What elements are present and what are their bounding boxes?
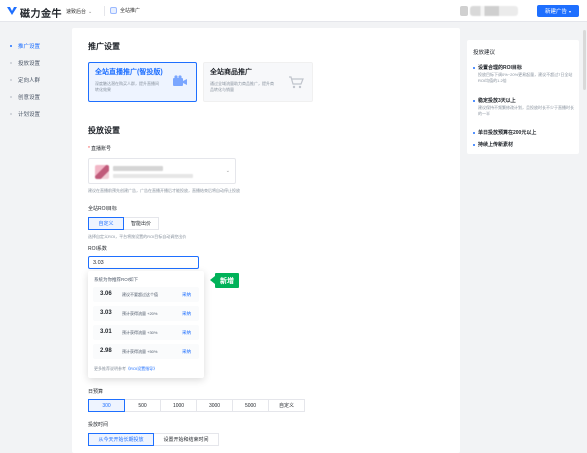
roi-coef-label: ROI系数 (88, 246, 107, 252)
budget-option[interactable]: 300 (88, 399, 125, 412)
roi-guide-link[interactable]: 《ROI设置指导》 (126, 366, 157, 371)
page-scrollbar[interactable] (583, 30, 586, 90)
sidebar-item-creative[interactable]: 创意设置 (10, 93, 40, 101)
bullet-icon (473, 143, 475, 146)
bullet-icon (10, 45, 12, 47)
time-option-long-term[interactable]: 从今天开始长期投放 (88, 433, 154, 446)
header-divider (104, 6, 105, 16)
dropdown-header: 系统为你推荐ROI如下 (94, 277, 138, 282)
roi-coef-input[interactable]: 3.03 (88, 256, 199, 269)
live-account-select[interactable]: ⌄ (88, 158, 236, 184)
bullet-icon (10, 62, 12, 64)
promo-card-live[interactable]: 全站直播推广(智投版) 深度触达潜在购买人群，提升直播间转化效果 (88, 62, 197, 102)
budget-options: 300 500 1000 3000 5000 自定义 (88, 399, 305, 412)
roi-suggestion-row[interactable]: 3.03 预计获得流量 +20% 采纳 (93, 306, 199, 321)
bullet-icon (473, 66, 475, 69)
bullet-icon (473, 131, 475, 134)
brand-logo-icon (7, 7, 17, 15)
budget-option-custom[interactable]: 自定义 (268, 399, 305, 412)
bullet-icon (10, 79, 12, 81)
account-hint: 建议在直播前预先创建广告，广告在直播开播后才能投放，直播结束后将自动停止投放 (88, 188, 240, 193)
delivery-time-label: 投放时间 (88, 422, 109, 428)
roi-target-label: 全站ROI目标 (88, 206, 117, 212)
user-avatar[interactable] (460, 6, 468, 16)
sidebar-item-promo-settings[interactable]: 推广设置 (10, 42, 40, 50)
main-panel: 推广设置 全站直播推广(智投版) 深度触达潜在购买人群，提升直播间转化效果 全站… (72, 28, 460, 453)
adopt-link[interactable]: 采纳 (182, 311, 191, 317)
account-avatar (95, 165, 109, 179)
camera-icon (173, 75, 187, 86)
brand-name: 磁力金牛 (20, 9, 62, 20)
bullet-icon (10, 96, 12, 98)
new-feature-badge: 新增 (210, 273, 239, 288)
budget-option[interactable]: 500 (124, 399, 161, 412)
tip-item: 稳定投放3天以上 建议保持不频繁修改计划，且投放时长不少于直播时长的一半 (473, 97, 575, 117)
sidebar-nav: 推广设置 投放设置 定向人群 创意设置 计划设置 (0, 22, 70, 453)
shopping-cart-icon (289, 76, 304, 89)
tip-item: 持续上传新素材 (473, 141, 575, 148)
roi-option-custom[interactable]: 自定义 (88, 217, 124, 230)
roi-suggestion-row[interactable]: 3.01 预计获得流量 +30% 采纳 (93, 325, 199, 340)
budget-option[interactable]: 5000 (232, 399, 269, 412)
promo-card-desc: 深度触达潜在购买人群，提升直播间转化效果 (95, 81, 159, 92)
chevron-down-icon: ⌄ (225, 168, 230, 174)
budget-option[interactable]: 1000 (160, 399, 197, 412)
tip-item: 单日投放预算在200元以上 (473, 129, 575, 136)
account-name-redacted (113, 166, 163, 171)
adopt-link[interactable]: 采纳 (182, 330, 191, 336)
roi-hint: 选择自定义ROI，平台将按设置的ROI目标自动调控出价 (88, 234, 187, 239)
sidebar-item-plan[interactable]: 计划设置 (10, 110, 40, 118)
adopt-link[interactable]: 采纳 (182, 349, 191, 355)
account-id-redacted (113, 174, 193, 178)
promo-type-icon (110, 7, 117, 14)
account-switcher[interactable]: 速致后台 ⌄ (66, 8, 92, 15)
promo-section-title: 推广设置 (88, 42, 120, 51)
time-option-custom-range[interactable]: 设置开始和结束时间 (153, 433, 219, 446)
new-ad-button[interactable]: 新建广告 ▾ (537, 5, 579, 17)
tip-item: 设置合理的ROI目标 投放目标下调0%~20%更易起量，建议不超过7日全站ROI… (473, 64, 575, 84)
delivery-time-options: 从今天开始长期投放 设置开始和结束时间 (88, 433, 219, 446)
adopt-link[interactable]: 采纳 (182, 292, 191, 298)
budget-label: 日预算 (88, 389, 104, 395)
tips-title: 投放建议 (473, 50, 496, 56)
roi-suggestion-row[interactable]: 2.98 预计获得流量 +50% 采纳 (93, 344, 199, 359)
delivery-section-title: 投放设置 (88, 126, 120, 135)
roi-target-toggle: 自定义 智能出价 (88, 217, 159, 230)
bullet-icon (10, 113, 12, 115)
promo-card-product[interactable]: 全站商品推广 通过全域流量助力商品推广，提升商品转化与销量 (203, 62, 313, 102)
account-label: *直播账号 (88, 146, 111, 152)
roi-option-smart[interactable]: 智能出价 (123, 217, 159, 230)
promo-card-desc: 通过全域流量助力商品推广，提升商品转化与销量 (210, 81, 274, 92)
dropdown-footer: 更多推荐说明参考《ROI设置指导》 (94, 366, 158, 371)
chevron-down-icon: ⌄ (88, 9, 93, 15)
user-name-redacted[interactable] (470, 6, 518, 16)
delivery-tips-panel: 投放建议 设置合理的ROI目标 投放目标下调0%~20%更易起量，建议不超过7日… (467, 40, 579, 154)
chevron-down-icon: ▾ (569, 8, 572, 14)
sidebar-item-delivery-settings[interactable]: 投放设置 (10, 59, 40, 67)
budget-option[interactable]: 3000 (196, 399, 233, 412)
bullet-icon (473, 99, 475, 102)
roi-suggestion-dropdown: 系统为你推荐ROI如下 3.06 建议不要超过这个值 采纳 3.03 预计获得流… (88, 271, 204, 378)
top-header: 磁力金牛 速致后台 ⌄ 全站推广 新建广告 ▾ (0, 0, 587, 22)
breadcrumb[interactable]: 全站推广 (110, 7, 140, 14)
sidebar-item-targeting[interactable]: 定向人群 (10, 76, 40, 84)
roi-suggestion-row[interactable]: 3.06 建议不要超过这个值 采纳 (93, 287, 199, 302)
